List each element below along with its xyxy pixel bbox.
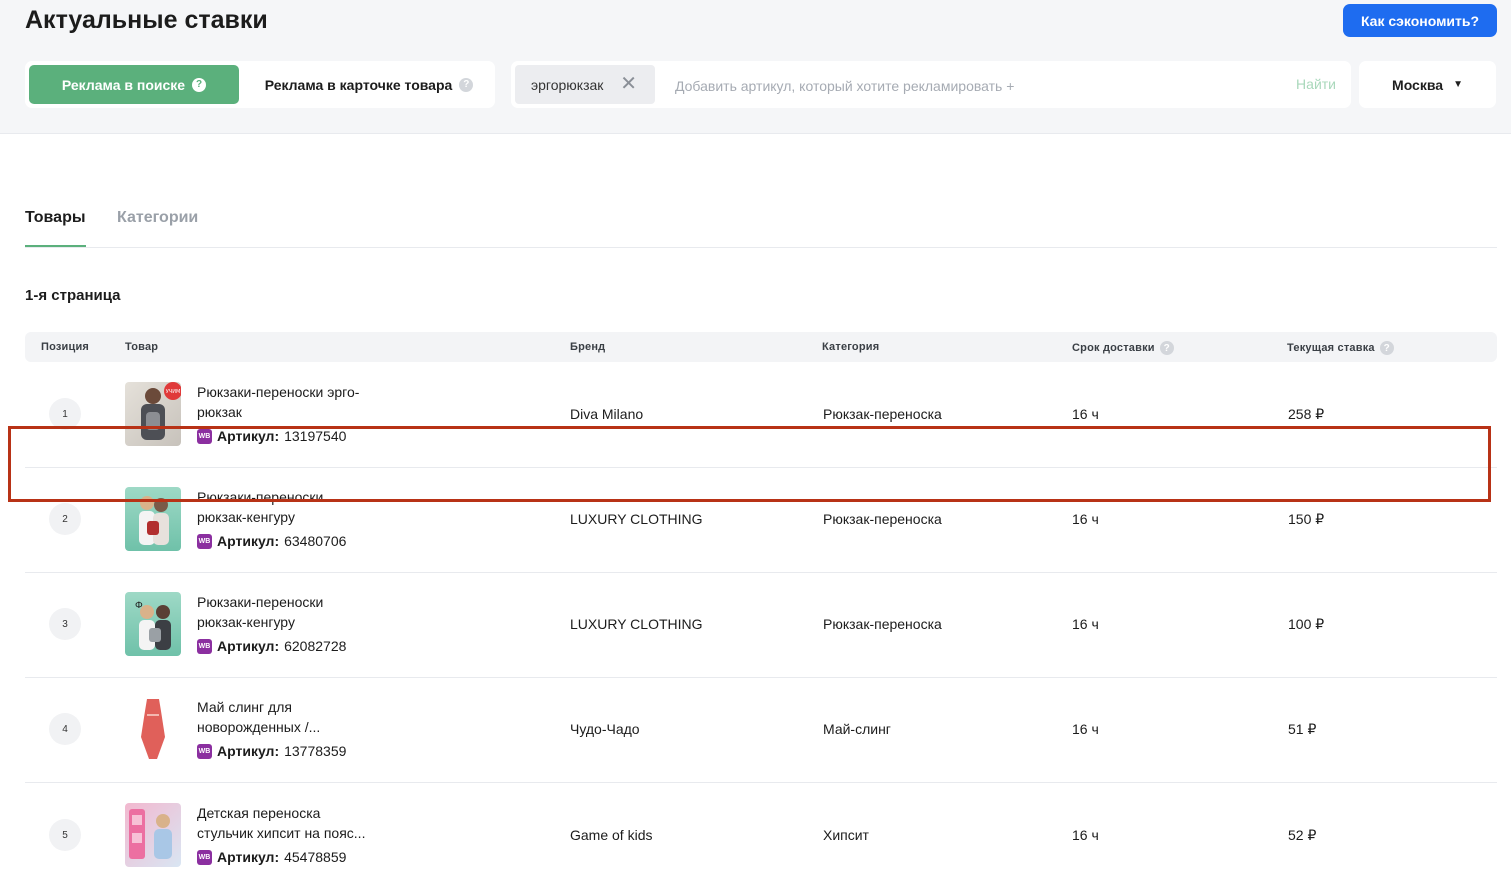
page-title: Актуальные ставки <box>25 6 268 34</box>
page-section-title: 1-я страница <box>25 287 121 304</box>
category-cell: Рюкзак-переноска <box>823 406 942 422</box>
delivery-cell: 16 ч <box>1072 616 1099 632</box>
brand-cell: Game of kids <box>570 827 653 843</box>
position-badge: 2 <box>49 503 81 535</box>
product-thumbnail[interactable]: Ф <box>125 592 181 656</box>
position-badge: 5 <box>49 819 81 851</box>
bid-cell: 100 ₽ <box>1288 616 1325 632</box>
brand-cell: Чудо-Чадо <box>570 721 640 737</box>
header-product: Товар <box>125 341 159 353</box>
keyword-chip: эргорюкзак ✕ <box>515 65 655 104</box>
header-brand: Бренд <box>570 341 606 353</box>
wb-icon: WB <box>197 428 212 444</box>
city-label: Москва <box>1392 76 1444 93</box>
search-ads-label: Реклама в поиске <box>61 76 186 93</box>
search-box: эргорюкзак ✕ Найти <box>511 61 1351 108</box>
product-name[interactable]: Май слинг для новорожденных /... <box>197 697 397 737</box>
bid-cell: 52 ₽ <box>1288 827 1317 843</box>
tab-products[interactable]: Товары <box>25 209 86 247</box>
delivery-cell: 16 ч <box>1072 511 1099 527</box>
keyword-chip-label: эргорюкзак <box>531 76 604 93</box>
table-row: 2 Рюкзаки-переноски рюкзак-кенгуру WB Ар… <box>25 467 1497 573</box>
bid-cell: 258 ₽ <box>1288 406 1325 422</box>
table-row: 4 Май слинг для новорожденных /... WB Ар… <box>25 677 1497 783</box>
table-header: Позиция Товар Бренд Категория Срок доста… <box>25 332 1497 362</box>
table-row: 1 УЧИМ Рюкзаки-переноски эрго- рюкзак WB… <box>25 362 1497 468</box>
position-badge: 3 <box>49 608 81 640</box>
delivery-cell: 16 ч <box>1072 721 1099 737</box>
bid-cell: 150 ₽ <box>1288 511 1325 527</box>
brand-cell: LUXURY CLOTHING <box>570 616 703 632</box>
category-cell: Рюкзак-переноска <box>823 511 942 527</box>
card-ads-tab[interactable]: Реклама в карточке товара ? <box>247 65 491 104</box>
delivery-cell: 16 ч <box>1072 406 1099 422</box>
tabs: Товары Категории <box>25 200 1497 248</box>
product-sku: WB Артикул: 62082728 <box>197 638 347 654</box>
question-icon[interactable]: ? <box>1379 341 1394 355</box>
svg-text:УЧИМ: УЧИМ <box>166 389 181 395</box>
card-ads-label: Реклама в карточке товара <box>264 76 453 93</box>
table-row: 3 Ф Рюкзаки-переноски рюкзак-кенгуру WB … <box>25 572 1497 678</box>
header-bid: Текущая ставка ? <box>1287 341 1394 355</box>
product-name[interactable]: Рюкзаки-переноски рюкзак-кенгуру <box>197 487 397 527</box>
wb-icon: WB <box>197 743 212 759</box>
search-ads-tab[interactable]: Реклама в поиске ? <box>29 65 239 104</box>
table-row: 5 Детская переноска стульчик хипсит на п… <box>25 782 1497 887</box>
ad-mode-toggle: Реклама в поиске ? Реклама в карточке то… <box>25 61 495 108</box>
position-badge: 4 <box>49 713 81 745</box>
category-cell: Хипсит <box>823 827 869 843</box>
city-select[interactable]: Москва ▼ <box>1359 61 1496 108</box>
delivery-cell: 16 ч <box>1072 827 1099 843</box>
bid-cell: 51 ₽ <box>1288 721 1317 737</box>
position-badge: 1 <box>49 398 81 430</box>
article-search-input[interactable] <box>673 65 1277 106</box>
header-position: Позиция <box>41 341 90 353</box>
product-name[interactable]: Рюкзаки-переноски эрго- рюкзак <box>197 382 397 422</box>
close-icon[interactable]: ✕ <box>620 74 637 94</box>
product-name[interactable]: Детская переноска стульчик хипсит на поя… <box>197 803 397 843</box>
product-sku: WB Артикул: 13197540 <box>197 428 347 444</box>
top-bar: Актуальные ставки Как сэкономить? Реклам… <box>0 0 1511 134</box>
product-thumbnail[interactable]: УЧИМ <box>125 382 181 446</box>
product-thumbnail[interactable] <box>125 803 181 867</box>
category-cell: Рюкзак-переноска <box>823 616 942 632</box>
product-sku: WB Артикул: 13778359 <box>197 743 347 759</box>
wb-icon: WB <box>197 533 212 549</box>
brand-cell: LUXURY CLOTHING <box>570 511 703 527</box>
product-sku: WB Артикул: 63480706 <box>197 533 347 549</box>
question-icon[interactable]: ? <box>1159 341 1174 355</box>
header-delivery: Срок доставки ? <box>1072 341 1174 355</box>
wb-icon: WB <box>197 849 212 865</box>
brand-cell: Diva Milano <box>570 406 644 422</box>
product-thumbnail[interactable] <box>125 697 181 761</box>
product-name[interactable]: Рюкзаки-переноски рюкзак-кенгуру <box>197 592 397 632</box>
category-cell: Май-слинг <box>823 721 891 737</box>
how-to-save-button[interactable]: Как сэкономить? <box>1343 4 1497 37</box>
question-icon[interactable]: ? <box>459 77 474 92</box>
tab-categories[interactable]: Категории <box>117 209 198 227</box>
find-button[interactable]: Найти <box>1296 76 1336 92</box>
product-sku: WB Артикул: 45478859 <box>197 849 347 865</box>
caret-down-icon: ▼ <box>1453 79 1463 90</box>
wb-icon: WB <box>197 638 212 654</box>
question-icon[interactable]: ? <box>192 77 207 92</box>
product-thumbnail[interactable] <box>125 487 181 551</box>
header-category: Категория <box>822 341 880 353</box>
